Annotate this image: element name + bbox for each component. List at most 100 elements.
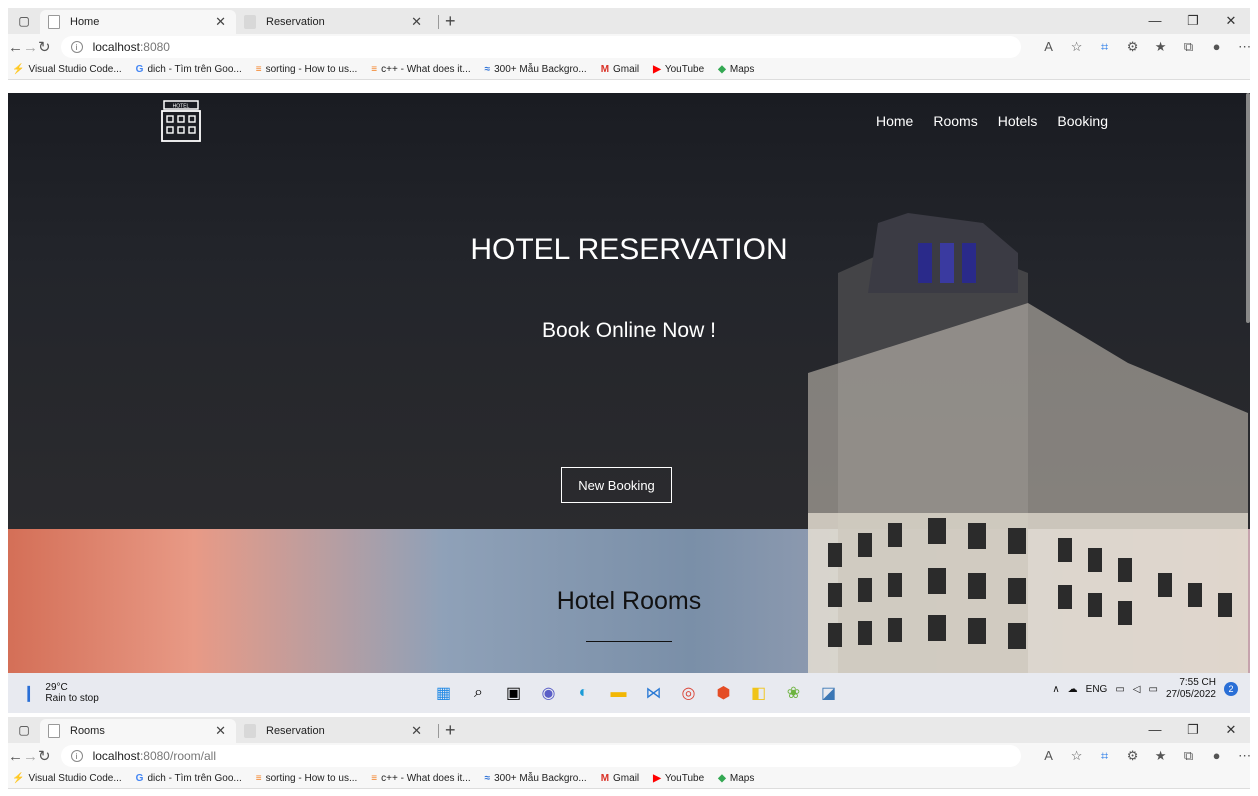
bookmark-label: Gmail: [613, 773, 640, 784]
new-tab-icon[interactable]: +: [445, 720, 456, 741]
browser-window-1: ▢ Home ✕ Reservation ✕ + — ❐ ✕ ← → ↻ i l…: [8, 8, 1251, 80]
bookmark-google[interactable]: Gdich - Tìm trên Goo...: [136, 64, 242, 75]
bookmark-sorting[interactable]: ≡ sorting - How to us...: [256, 64, 358, 75]
bookmark-cpp[interactable]: ≡ c++ - What does it...: [371, 64, 470, 75]
stackoverflow-icon: ≡: [255, 64, 262, 75]
window-controls: — ❐ ✕: [1136, 8, 1250, 34]
app-icon[interactable]: ◧: [741, 679, 776, 707]
tab-reservation[interactable]: Reservation ✕: [236, 719, 432, 743]
hero-title: HOTEL RESERVATION: [470, 233, 788, 266]
favorite-add-icon[interactable]: ☆: [1063, 39, 1091, 55]
forward-icon[interactable]: →: [23, 748, 38, 765]
bookmark-sorting[interactable]: ≡ sorting - How to us...: [256, 773, 358, 784]
tab-reservation[interactable]: Reservation ✕: [236, 10, 432, 34]
read-aloud-icon[interactable]: A: [1035, 748, 1063, 764]
bookmark-cpp[interactable]: ≡ c++ - What does it...: [371, 773, 470, 784]
tab-actions-icon[interactable]: ▢: [8, 8, 40, 34]
nav-booking[interactable]: Booking: [1057, 113, 1108, 129]
bookmark-youtube[interactable]: ▶ YouTube: [653, 773, 704, 784]
more-icon[interactable]: ⋯: [1231, 39, 1258, 55]
favorites-icon[interactable]: ★: [1147, 748, 1175, 764]
back-icon[interactable]: ←: [8, 748, 23, 765]
clock-date: 27/05/2022: [1165, 689, 1216, 700]
edge-icon[interactable]: ◐: [566, 679, 601, 707]
bookmark-backgrounds[interactable]: ≈300+ Mẫu Backgro...: [485, 64, 587, 75]
close-window-icon[interactable]: ✕: [1212, 717, 1250, 743]
volume-icon[interactable]: ◁: [1133, 684, 1141, 695]
start-icon[interactable]: ▦: [426, 679, 461, 707]
app-icon[interactable]: ⬢: [706, 679, 741, 707]
bookmark-label: YouTube: [664, 773, 705, 784]
hotel-logo-icon[interactable]: HOTEL: [158, 99, 204, 143]
minimize-icon[interactable]: —: [1136, 8, 1174, 34]
screenshot-icon[interactable]: ⌗: [1091, 39, 1119, 55]
tab-actions-icon[interactable]: ▢: [8, 717, 40, 743]
forward-icon[interactable]: →: [23, 39, 38, 56]
search-icon[interactable]: ⌕: [461, 679, 496, 707]
notification-badge[interactable]: 2: [1224, 682, 1238, 696]
file-explorer-icon[interactable]: ▬: [601, 679, 636, 707]
read-aloud-icon[interactable]: A: [1035, 39, 1063, 55]
close-icon[interactable]: ✕: [215, 14, 226, 30]
back-icon[interactable]: ←: [8, 39, 23, 56]
new-tab-icon[interactable]: +: [445, 11, 456, 32]
chrome-icon[interactable]: ◎: [671, 679, 706, 707]
tab-rooms[interactable]: Rooms ✕: [40, 719, 236, 743]
bookmark-maps[interactable]: ◆ Maps: [718, 64, 754, 75]
tab-divider: [438, 15, 439, 29]
info-icon[interactable]: i: [70, 750, 83, 762]
refresh-icon[interactable]: ↻: [38, 38, 51, 56]
vscode-icon[interactable]: ⋈: [636, 679, 671, 707]
page-scrollbar[interactable]: [1246, 93, 1250, 323]
bookmark-gmail[interactable]: M Gmail: [601, 773, 639, 784]
restore-icon[interactable]: ❐: [1174, 8, 1212, 34]
new-booking-button[interactable]: New Booking: [561, 467, 672, 503]
restore-icon[interactable]: ❐: [1174, 717, 1212, 743]
extensions-icon[interactable]: ⚙: [1119, 748, 1147, 764]
tab-label: Reservation: [266, 725, 325, 737]
close-window-icon[interactable]: ✕: [1212, 8, 1250, 34]
bookmark-label: Visual Studio Code...: [28, 64, 122, 75]
chevron-up-icon[interactable]: ∧: [1052, 684, 1059, 695]
network-icon[interactable]: ▭: [1115, 684, 1124, 695]
url-field[interactable]: i localhost:8080/room/all: [60, 745, 1021, 767]
extensions-icon[interactable]: ⚙: [1119, 39, 1147, 55]
bookmark-backgrounds[interactable]: ≈300+ Mẫu Backgro...: [485, 773, 587, 784]
nav-rooms[interactable]: Rooms: [933, 113, 977, 129]
screenshot-icon[interactable]: ⌗: [1091, 748, 1119, 764]
bookmark-youtube[interactable]: ▶ YouTube: [653, 64, 704, 75]
close-icon[interactable]: ✕: [215, 723, 226, 739]
spring-icon[interactable]: ❀: [776, 679, 811, 707]
close-icon[interactable]: ✕: [411, 14, 422, 30]
bookmark-vscode[interactable]: ⚡ Visual Studio Code...: [12, 64, 122, 75]
nav-home[interactable]: Home: [876, 113, 913, 129]
favorite-add-icon[interactable]: ☆: [1063, 748, 1091, 764]
nav-hotels[interactable]: Hotels: [998, 113, 1038, 129]
more-icon[interactable]: ⋯: [1231, 748, 1258, 764]
profile-icon[interactable]: ●: [1203, 39, 1231, 55]
chat-icon[interactable]: ◉: [531, 679, 566, 707]
bookmark-vscode[interactable]: ⚡ Visual Studio Code...: [12, 773, 122, 784]
profile-icon[interactable]: ●: [1203, 748, 1231, 764]
favorites-icon[interactable]: ★: [1147, 39, 1175, 55]
url-field[interactable]: i localhost:8080: [60, 36, 1021, 58]
task-view-icon[interactable]: ▣: [496, 679, 531, 707]
tab-home[interactable]: Home ✕: [40, 10, 236, 34]
refresh-icon[interactable]: ↻: [38, 747, 51, 765]
app-icon[interactable]: ◪: [811, 679, 846, 707]
battery-icon[interactable]: ▭: [1148, 684, 1157, 695]
minimize-icon[interactable]: —: [1136, 717, 1174, 743]
close-icon[interactable]: ✕: [411, 723, 422, 739]
language-indicator[interactable]: ENG: [1086, 684, 1108, 695]
weather-widget[interactable]: ❙ 29°C Rain to stop: [22, 682, 322, 704]
collections-icon[interactable]: ⧉: [1175, 39, 1203, 55]
clock[interactable]: 7:55 CH 27/05/2022: [1166, 677, 1216, 701]
bookmark-google[interactable]: Gdich - Tìm trên Goo...: [136, 773, 242, 784]
bookmark-maps[interactable]: ◆ Maps: [718, 773, 754, 784]
collections-icon[interactable]: ⧉: [1175, 748, 1203, 764]
stackoverflow-icon: ≡: [371, 64, 378, 75]
bookmark-label: sorting - How to us...: [265, 64, 358, 75]
bookmark-gmail[interactable]: M Gmail: [601, 64, 639, 75]
cloud-icon[interactable]: ☁: [1068, 684, 1078, 695]
info-icon[interactable]: i: [70, 41, 83, 53]
